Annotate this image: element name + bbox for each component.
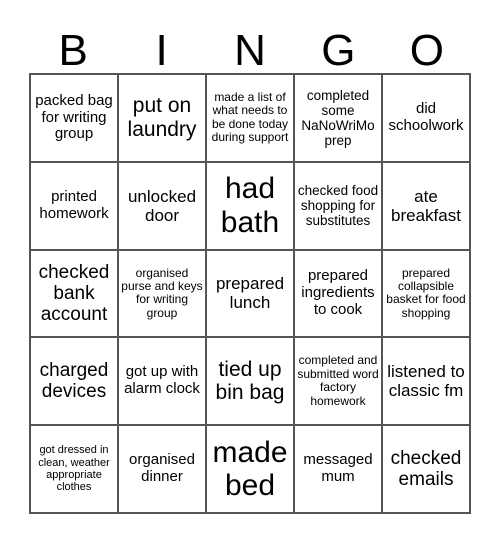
bingo-cell[interactable]: tied up bin bag xyxy=(206,337,294,426)
bingo-cell[interactable]: checked food shopping for substitutes xyxy=(294,161,382,250)
header-letter: N xyxy=(234,26,266,75)
bingo-cell[interactable]: organised purse and keys for writing gro… xyxy=(118,249,206,338)
bingo-cell[interactable]: got up with alarm clock xyxy=(118,337,206,426)
header-letter: G xyxy=(321,26,356,75)
bingo-cell[interactable]: messaged mum xyxy=(294,425,382,513)
bingo-cell[interactable]: had bath xyxy=(206,161,294,250)
bingo-cell[interactable]: did schoolwork xyxy=(382,74,470,162)
bingo-cell[interactable]: organised dinner xyxy=(118,425,206,513)
bingo-cell[interactable]: made bed xyxy=(206,425,294,513)
bingo-cell[interactable]: prepared ingredients to cook xyxy=(294,249,382,338)
header-letter: B xyxy=(58,26,88,75)
bingo-cell[interactable]: charged devices xyxy=(30,337,118,426)
bingo-cell[interactable]: unlocked door xyxy=(118,161,206,250)
header-letter: O xyxy=(409,26,444,75)
bingo-cell[interactable]: prepared lunch xyxy=(206,249,294,338)
bingo-cell[interactable]: packed bag for writing group xyxy=(30,74,118,162)
bingo-cell[interactable]: checked bank account xyxy=(30,249,118,338)
bingo-cell[interactable]: printed homework xyxy=(30,161,118,250)
bingo-cell[interactable]: put on laundry xyxy=(118,74,206,162)
bingo-cell[interactable]: got dressed in clean, weather appropriat… xyxy=(30,425,118,513)
bingo-cell[interactable]: prepared collapsible basket for food sho… xyxy=(382,249,470,338)
bingo-cell[interactable]: ate breakfast xyxy=(382,161,470,250)
bingo-cell[interactable]: completed and submitted word factory hom… xyxy=(294,337,382,426)
bingo-header: B I N G O xyxy=(29,26,471,76)
bingo-cell[interactable]: listened to classic fm xyxy=(382,337,470,426)
bingo-cell[interactable]: made a list of what needs to be done tod… xyxy=(206,74,294,162)
bingo-cell[interactable]: completed some NaNoWriMo prep xyxy=(294,74,382,162)
bingo-grid: packed bag for writing group put on laun… xyxy=(29,73,471,514)
header-letter: I xyxy=(155,26,168,75)
bingo-cell[interactable]: checked emails xyxy=(382,425,470,513)
